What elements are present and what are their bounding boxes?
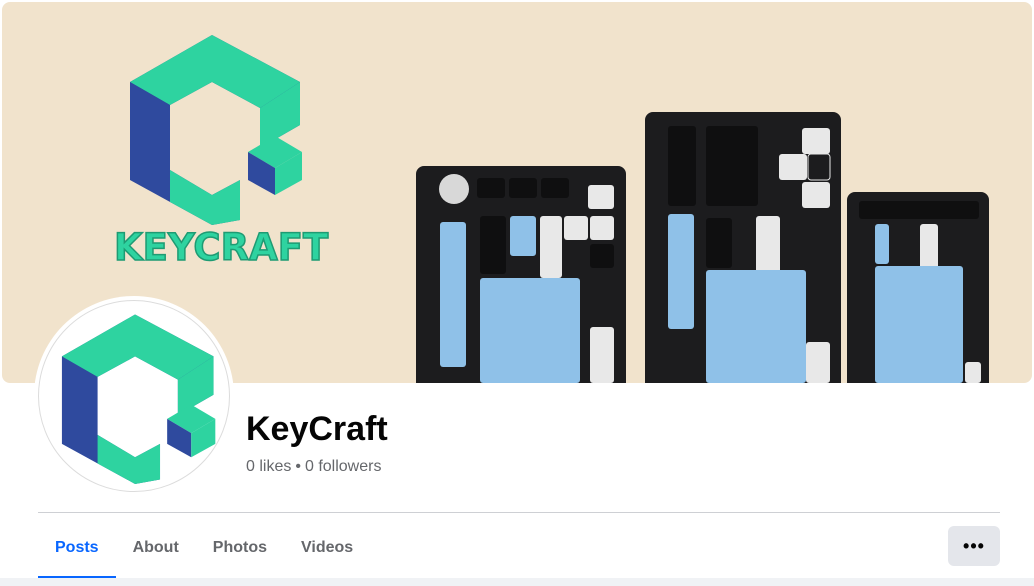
profile-avatar[interactable] [38, 300, 230, 492]
tab-photos[interactable]: Photos [196, 520, 284, 576]
stats-separator: • [295, 458, 301, 475]
keycraft-logo-icon [61, 314, 216, 484]
more-options-button[interactable]: ••• [948, 526, 1000, 566]
feed-background [0, 578, 1034, 586]
header-divider [38, 512, 1000, 513]
tab-about[interactable]: About [116, 520, 196, 576]
likes-count[interactable]: 0 likes [246, 458, 291, 475]
followers-count[interactable]: 0 followers [305, 458, 381, 475]
keyboard-image-middle [645, 112, 841, 383]
keyboard-image-left [416, 166, 626, 383]
profile-tabs: Posts About Photos Videos [38, 520, 370, 580]
tab-videos[interactable]: Videos [284, 520, 370, 576]
more-dots-icon: ••• [963, 535, 985, 556]
page-stats: 0 likes • 0 followers [246, 458, 381, 476]
tab-posts[interactable]: Posts [38, 520, 116, 579]
keyboard-image-right [847, 192, 989, 383]
page-title: KeyCraft [246, 410, 388, 448]
